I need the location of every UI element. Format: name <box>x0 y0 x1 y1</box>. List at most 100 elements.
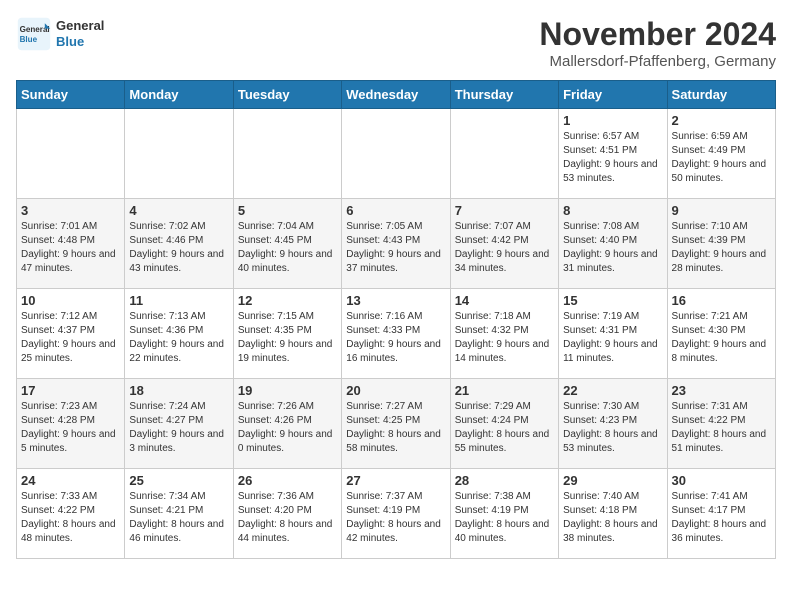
day-number: 20 <box>346 383 445 398</box>
calendar-cell <box>450 109 558 199</box>
weekday-header-row: SundayMondayTuesdayWednesdayThursdayFrid… <box>17 81 776 109</box>
day-number: 6 <box>346 203 445 218</box>
day-number: 2 <box>672 113 771 128</box>
day-number: 26 <box>238 473 337 488</box>
day-info: Sunrise: 7:12 AM Sunset: 4:37 PM Dayligh… <box>21 310 120 366</box>
day-number: 18 <box>129 383 228 398</box>
calendar-cell: 26 Sunrise: 7:36 AM Sunset: 4:20 PM Dayli… <box>233 469 341 559</box>
day-number: 29 <box>563 473 662 488</box>
weekday-header-thursday: Thursday <box>450 81 558 109</box>
day-number: 10 <box>21 293 120 308</box>
logo-blue: Blue <box>56 34 104 50</box>
calendar-cell: 1 Sunrise: 6:57 AM Sunset: 4:51 PM Daylig… <box>559 109 667 199</box>
logo-general: General <box>56 18 104 34</box>
week-row-0: 1 Sunrise: 6:57 AM Sunset: 4:51 PM Daylig… <box>17 109 776 199</box>
day-info: Sunrise: 7:04 AM Sunset: 4:45 PM Dayligh… <box>238 220 337 276</box>
calendar-cell: 23Sunrise: 7:31 AM Sunset: 4:22 PM Dayli… <box>667 379 775 469</box>
day-info: Sunrise: 7:37 AM Sunset: 4:19 PM Dayligh… <box>346 490 445 546</box>
calendar-cell: 24 Sunrise: 7:33 AM Sunset: 4:22 PM Dayli… <box>17 469 125 559</box>
day-info: Sunrise: 7:16 AM Sunset: 4:33 PM Dayligh… <box>346 310 445 366</box>
day-info: Sunrise: 6:57 AM Sunset: 4:51 PM Dayligh… <box>563 130 662 186</box>
weekday-header-monday: Monday <box>125 81 233 109</box>
calendar-cell <box>125 109 233 199</box>
page-header: General Blue General Blue November 2024 … <box>16 16 776 70</box>
day-info: Sunrise: 7:13 AM Sunset: 4:36 PM Dayligh… <box>129 310 228 366</box>
calendar-cell <box>233 109 341 199</box>
day-number: 17 <box>21 383 120 398</box>
week-row-4: 24 Sunrise: 7:33 AM Sunset: 4:22 PM Dayli… <box>17 469 776 559</box>
day-number: 24 <box>21 473 120 488</box>
day-info: Sunrise: 7:19 AM Sunset: 4:31 PM Dayligh… <box>563 310 662 366</box>
day-number: 5 <box>238 203 337 218</box>
day-number: 15 <box>563 293 662 308</box>
day-info: Sunrise: 7:10 AM Sunset: 4:39 PM Dayligh… <box>672 220 771 276</box>
weekday-header-friday: Friday <box>559 81 667 109</box>
calendar-cell: 20 Sunrise: 7:27 AM Sunset: 4:25 PM Dayli… <box>342 379 450 469</box>
calendar-cell: 16 Sunrise: 7:21 AM Sunset: 4:30 PM Dayli… <box>667 289 775 379</box>
calendar-cell: 14Sunrise: 7:18 AM Sunset: 4:32 PM Dayli… <box>450 289 558 379</box>
day-number: 4 <box>129 203 228 218</box>
week-row-1: 3 Sunrise: 7:01 AM Sunset: 4:48 PM Daylig… <box>17 199 776 289</box>
calendar-subtitle: Mallersdorf-Pfaffenberg, Germany <box>539 53 776 70</box>
calendar-cell: 10 Sunrise: 7:12 AM Sunset: 4:37 PM Dayli… <box>17 289 125 379</box>
calendar-cell: 12 Sunrise: 7:15 AM Sunset: 4:35 PM Dayli… <box>233 289 341 379</box>
day-number: 12 <box>238 293 337 308</box>
day-number: 3 <box>21 203 120 218</box>
weekday-header-tuesday: Tuesday <box>233 81 341 109</box>
calendar-cell: 25 Sunrise: 7:34 AM Sunset: 4:21 PM Dayli… <box>125 469 233 559</box>
calendar-title: November 2024 <box>539 16 776 53</box>
day-info: Sunrise: 7:29 AM Sunset: 4:24 PM Dayligh… <box>455 400 554 456</box>
day-info: Sunrise: 7:15 AM Sunset: 4:35 PM Dayligh… <box>238 310 337 366</box>
day-number: 1 <box>563 113 662 128</box>
calendar-cell: 21 Sunrise: 7:29 AM Sunset: 4:24 PM Dayli… <box>450 379 558 469</box>
calendar-cell <box>342 109 450 199</box>
day-info: Sunrise: 7:40 AM Sunset: 4:18 PM Dayligh… <box>563 490 662 546</box>
calendar-cell: 4 Sunrise: 7:02 AM Sunset: 4:46 PM Daylig… <box>125 199 233 289</box>
calendar-cell: 17 Sunrise: 7:23 AM Sunset: 4:28 PM Dayli… <box>17 379 125 469</box>
day-info: Sunrise: 7:33 AM Sunset: 4:22 PM Dayligh… <box>21 490 120 546</box>
day-number: 22 <box>563 383 662 398</box>
day-info: Sunrise: 7:23 AM Sunset: 4:28 PM Dayligh… <box>21 400 120 456</box>
day-info: Sunrise: 7:24 AM Sunset: 4:27 PM Dayligh… <box>129 400 228 456</box>
day-info: Sunrise: 7:36 AM Sunset: 4:20 PM Dayligh… <box>238 490 337 546</box>
week-row-3: 17 Sunrise: 7:23 AM Sunset: 4:28 PM Dayli… <box>17 379 776 469</box>
weekday-header-wednesday: Wednesday <box>342 81 450 109</box>
calendar-cell <box>17 109 125 199</box>
day-number: 25 <box>129 473 228 488</box>
calendar-cell: 28Sunrise: 7:38 AM Sunset: 4:19 PM Dayli… <box>450 469 558 559</box>
day-number: 28 <box>455 473 554 488</box>
day-info: Sunrise: 7:27 AM Sunset: 4:25 PM Dayligh… <box>346 400 445 456</box>
calendar-cell: 2Sunrise: 6:59 AM Sunset: 4:49 PM Daylig… <box>667 109 775 199</box>
calendar-cell: 19 Sunrise: 7:26 AM Sunset: 4:26 PM Dayli… <box>233 379 341 469</box>
day-info: Sunrise: 7:41 AM Sunset: 4:17 PM Dayligh… <box>672 490 771 546</box>
day-number: 30 <box>672 473 771 488</box>
day-info: Sunrise: 7:30 AM Sunset: 4:23 PM Dayligh… <box>563 400 662 456</box>
calendar-table: SundayMondayTuesdayWednesdayThursdayFrid… <box>16 80 776 559</box>
day-number: 19 <box>238 383 337 398</box>
day-number: 14 <box>455 293 554 308</box>
calendar-cell: 29 Sunrise: 7:40 AM Sunset: 4:18 PM Dayli… <box>559 469 667 559</box>
day-number: 7 <box>455 203 554 218</box>
day-info: Sunrise: 7:02 AM Sunset: 4:46 PM Dayligh… <box>129 220 228 276</box>
calendar-cell: 13 Sunrise: 7:16 AM Sunset: 4:33 PM Dayli… <box>342 289 450 379</box>
day-number: 13 <box>346 293 445 308</box>
week-row-2: 10 Sunrise: 7:12 AM Sunset: 4:37 PM Dayli… <box>17 289 776 379</box>
calendar-cell: 8Sunrise: 7:08 AM Sunset: 4:40 PM Daylig… <box>559 199 667 289</box>
logo-icon: General Blue <box>16 16 52 52</box>
day-info: Sunrise: 7:01 AM Sunset: 4:48 PM Dayligh… <box>21 220 120 276</box>
calendar-cell: 15 Sunrise: 7:19 AM Sunset: 4:31 PM Dayli… <box>559 289 667 379</box>
calendar-cell: 27Sunrise: 7:37 AM Sunset: 4:19 PM Dayli… <box>342 469 450 559</box>
day-info: Sunrise: 7:31 AM Sunset: 4:22 PM Dayligh… <box>672 400 771 456</box>
logo: General Blue General Blue <box>16 16 104 52</box>
weekday-header-sunday: Sunday <box>17 81 125 109</box>
calendar-cell: 5 Sunrise: 7:04 AM Sunset: 4:45 PM Daylig… <box>233 199 341 289</box>
day-info: Sunrise: 7:21 AM Sunset: 4:30 PM Dayligh… <box>672 310 771 366</box>
day-number: 21 <box>455 383 554 398</box>
day-info: Sunrise: 7:34 AM Sunset: 4:21 PM Dayligh… <box>129 490 228 546</box>
day-number: 16 <box>672 293 771 308</box>
day-info: Sunrise: 7:26 AM Sunset: 4:26 PM Dayligh… <box>238 400 337 456</box>
day-number: 9 <box>672 203 771 218</box>
day-info: Sunrise: 7:07 AM Sunset: 4:42 PM Dayligh… <box>455 220 554 276</box>
day-info: Sunrise: 7:08 AM Sunset: 4:40 PM Dayligh… <box>563 220 662 276</box>
calendar-cell: 30 Sunrise: 7:41 AM Sunset: 4:17 PM Dayli… <box>667 469 775 559</box>
